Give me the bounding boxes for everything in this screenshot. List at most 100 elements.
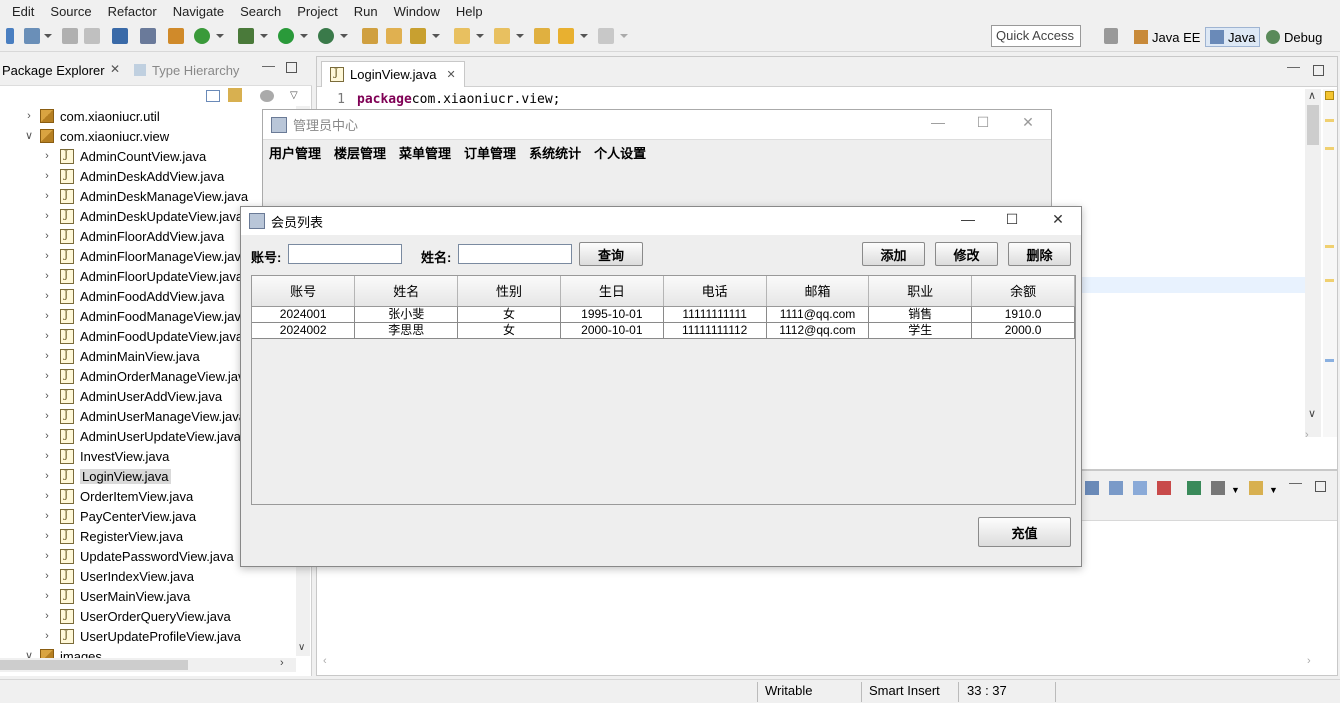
dropdown-icon[interactable]	[476, 34, 484, 38]
column-header[interactable]: 电话	[663, 276, 767, 307]
menu-project[interactable]: Project	[297, 4, 337, 19]
tree-java-file[interactable]: › AdminDeskUpdateView.java	[42, 206, 243, 226]
maximize-icon[interactable]	[1315, 481, 1326, 492]
chevron-right-icon[interactable]: ›	[42, 571, 52, 582]
chevron-right-icon[interactable]: ›	[42, 511, 52, 522]
admin-menu-item[interactable]: 用户管理	[269, 143, 321, 162]
dropdown-icon[interactable]	[300, 34, 308, 38]
console-view-icon[interactable]	[1085, 481, 1099, 495]
prev-annotation-icon[interactable]	[494, 28, 510, 44]
last-edit-icon[interactable]	[534, 28, 550, 44]
scroll-up-icon[interactable]: ∧	[1308, 89, 1316, 102]
maximize-icon[interactable]: ☐	[968, 114, 998, 134]
tree-java-file[interactable]: › AdminFloorAddView.java	[42, 226, 224, 246]
table-cell[interactable]: 李思思	[354, 322, 459, 339]
close-icon[interactable]: ✕	[447, 68, 456, 81]
filters-icon[interactable]	[260, 90, 274, 102]
menu-edit[interactable]: Edit	[12, 4, 34, 19]
chevron-right-icon[interactable]: ›	[42, 411, 52, 422]
admin-menu-item[interactable]: 系统统计	[529, 143, 581, 162]
type-hierarchy-tab[interactable]: Type Hierarchy	[152, 63, 239, 78]
table-cell[interactable]: 1910.0	[971, 306, 1075, 323]
tree-java-file[interactable]: › AdminOrderManageView.java	[42, 366, 252, 386]
back-icon[interactable]	[558, 28, 574, 44]
scroll-down-icon[interactable]: ∨	[1308, 407, 1316, 420]
admin-menu-item[interactable]: 菜单管理	[399, 143, 451, 162]
tree-java-file[interactable]: › PayCenterView.java	[42, 506, 196, 526]
refresh-icon[interactable]	[194, 28, 210, 44]
maximize-icon[interactable]	[286, 62, 297, 73]
dropdown-icon[interactable]: ▼	[1269, 485, 1278, 495]
column-header[interactable]: 余额	[971, 276, 1075, 307]
dropdown-icon[interactable]	[44, 34, 52, 38]
scroll-left-icon[interactable]: ‹	[323, 655, 327, 667]
close-icon[interactable]: ✕	[1043, 211, 1073, 231]
menu-navigate[interactable]: Navigate	[173, 4, 224, 19]
chevron-right-icon[interactable]: ›	[42, 191, 52, 202]
table-cell[interactable]: 2024002	[252, 322, 356, 339]
dropdown-icon[interactable]	[620, 34, 628, 38]
dropdown-icon[interactable]	[580, 34, 588, 38]
tree-folder[interactable]: ∨ images	[24, 646, 102, 658]
admin-menu-item[interactable]: 个人设置	[594, 143, 646, 162]
recharge-button[interactable]: 充值	[978, 517, 1071, 547]
tree-horizontal-scrollbar[interactable]: ›	[0, 657, 296, 672]
open-folder-icon[interactable]	[362, 28, 378, 44]
warning-marker-icon[interactable]	[1325, 91, 1334, 100]
collapse-all-icon[interactable]	[206, 90, 220, 102]
annotation-marker[interactable]	[1325, 147, 1334, 150]
table-cell[interactable]: 张小斐	[354, 306, 459, 323]
perspective-java-ee[interactable]: Java EE	[1130, 27, 1204, 47]
tree-package[interactable]: › com.xiaoniucr.util	[24, 106, 160, 126]
chevron-down-icon[interactable]: ∨	[24, 651, 34, 659]
minimize-icon[interactable]: —	[953, 211, 983, 231]
chevron-down-icon[interactable]: ∨	[24, 131, 34, 142]
chevron-right-icon[interactable]: ›	[42, 631, 52, 642]
quick-access-input[interactable]: Quick Access	[991, 25, 1081, 47]
pin-console-icon[interactable]	[1109, 481, 1123, 495]
terminate-icon[interactable]	[1157, 481, 1171, 495]
chevron-right-icon[interactable]: ›	[42, 151, 52, 162]
tree-java-file[interactable]: › AdminCountView.java	[42, 146, 206, 166]
run-icon[interactable]	[278, 28, 294, 44]
chevron-right-icon[interactable]: ›	[42, 551, 52, 562]
tree-java-file[interactable]: › InvestView.java	[42, 446, 169, 466]
table-cell[interactable]: 2024001	[252, 306, 356, 323]
table-cell[interactable]: 2000-10-01	[560, 322, 664, 339]
package-explorer-tab[interactable]: Package Explorer	[2, 63, 105, 78]
tree-java-file[interactable]: › UserMainView.java	[42, 586, 190, 606]
tree-java-file[interactable]: › AdminMainView.java	[42, 346, 200, 366]
chevron-right-icon[interactable]: ›	[42, 351, 52, 362]
dropdown-icon[interactable]	[216, 34, 224, 38]
editor-vertical-scrollbar[interactable]: ∧ ∨	[1305, 89, 1321, 437]
save-all-icon[interactable]	[84, 28, 100, 44]
table-cell[interactable]: 1995-10-01	[560, 306, 664, 323]
chevron-right-icon[interactable]: ›	[42, 211, 52, 222]
admin-menu-item[interactable]: 订单管理	[464, 143, 516, 162]
tree-java-file[interactable]: › AdminFoodUpdateView.java	[42, 326, 243, 346]
scroll-down-icon[interactable]: ∨	[298, 642, 305, 653]
editor-tab-loginview[interactable]: LoginView.java ✕	[321, 61, 465, 87]
table-cell[interactable]: 1111@qq.com	[766, 306, 870, 323]
forward-icon[interactable]	[598, 28, 614, 44]
perspective-java[interactable]: Java	[1205, 27, 1261, 47]
annotation-marker[interactable]	[1325, 119, 1334, 122]
chevron-right-icon[interactable]: ›	[42, 231, 52, 242]
column-header[interactable]: 性别	[457, 276, 561, 307]
column-header[interactable]: 邮箱	[766, 276, 870, 307]
tree-java-file[interactable]: › AdminUserAddView.java	[42, 386, 222, 406]
debug-icon[interactable]	[238, 28, 254, 44]
account-search-input[interactable]	[288, 244, 402, 264]
chevron-right-icon[interactable]: ›	[42, 251, 52, 262]
chevron-right-icon[interactable]: ›	[42, 271, 52, 282]
minimize-icon[interactable]: —	[923, 114, 953, 134]
column-header[interactable]: 姓名	[354, 276, 459, 307]
menu-search[interactable]: Search	[240, 4, 281, 19]
name-search-input[interactable]	[458, 244, 572, 264]
tree-java-file[interactable]: › UpdatePasswordView.java	[42, 546, 234, 566]
tree-java-file[interactable]: › LoginView.java	[42, 466, 171, 486]
menu-refactor[interactable]: Refactor	[108, 4, 157, 19]
chevron-right-icon[interactable]: ›	[42, 391, 52, 402]
tree-java-file[interactable]: › AdminFoodManageView.java	[42, 306, 248, 326]
tree-java-file[interactable]: › AdminFloorManageView.java	[42, 246, 248, 266]
